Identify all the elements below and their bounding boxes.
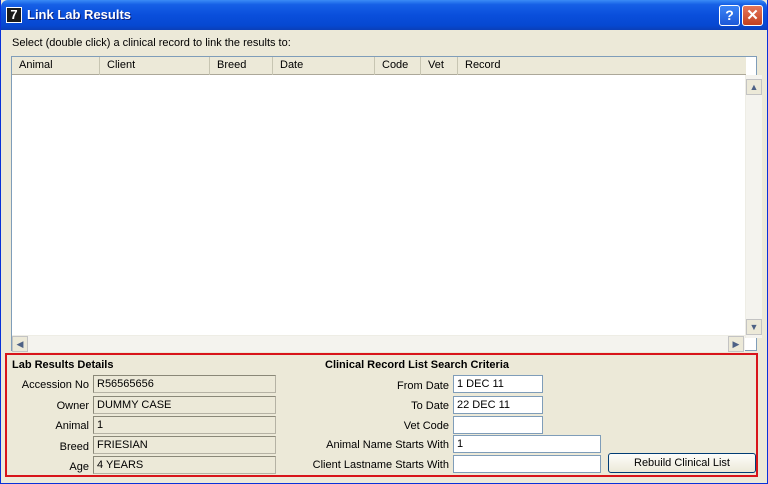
animal-field: 1: [93, 416, 276, 434]
column-header-breed[interactable]: Breed: [210, 57, 273, 75]
column-header-animal[interactable]: Animal: [12, 57, 100, 75]
scroll-down-icon[interactable]: ▼: [746, 319, 762, 335]
age-label: Age: [69, 461, 89, 473]
scroll-right-icon[interactable]: ▶: [728, 336, 744, 352]
breed-label: Breed: [59, 441, 89, 453]
column-header-code[interactable]: Code: [375, 57, 421, 75]
clinical-record-list[interactable]: Animal Client Breed Date Code Vet Record…: [11, 56, 762, 352]
client-lastname-field[interactable]: [453, 455, 601, 473]
column-header-client[interactable]: Client: [100, 57, 210, 75]
title-bar[interactable]: 7 Link Lab Results ? ✕: [1, 0, 767, 30]
rebuild-clinical-list-button[interactable]: Rebuild Clinical List: [608, 453, 756, 473]
column-header-date[interactable]: Date: [273, 57, 375, 75]
app-icon: 7: [6, 7, 22, 23]
vertical-scrollbar[interactable]: ▲ ▼: [745, 75, 762, 338]
link-lab-results-window: 7 Link Lab Results ? ✕ Select (double cl…: [0, 0, 768, 484]
from-date-label: From Date: [397, 380, 449, 392]
window-title: Link Lab Results: [27, 7, 132, 22]
close-button[interactable]: ✕: [742, 5, 763, 26]
client-lastname-label: Client Lastname Starts With: [312, 459, 449, 471]
vet-code-label: Vet Code: [403, 420, 449, 432]
scroll-up-icon[interactable]: ▲: [746, 79, 762, 95]
search-criteria-heading: Clinical Record List Search Criteria: [325, 359, 510, 371]
animal-label: Animal: [55, 420, 89, 432]
vet-code-field[interactable]: [453, 416, 543, 434]
horizontal-scrollbar[interactable]: ◀ ▶: [12, 335, 745, 352]
help-button[interactable]: ?: [719, 5, 740, 26]
owner-label: Owner: [56, 400, 89, 412]
accession-no-field: R56565656: [93, 375, 276, 393]
instruction-text: Select (double click) a clinical record …: [12, 37, 291, 49]
animal-name-label: Animal Name Starts With: [326, 439, 449, 451]
from-date-field[interactable]: 1 DEC 11: [453, 375, 543, 393]
to-date-label: To Date: [411, 400, 449, 412]
scroll-left-icon[interactable]: ◀: [12, 336, 28, 352]
accession-no-label: Accession No: [21, 379, 89, 391]
list-header: Animal Client Breed Date Code Vet Record: [12, 57, 746, 75]
breed-field: FRIESIAN: [93, 436, 276, 454]
to-date-field[interactable]: 22 DEC 11: [453, 396, 543, 414]
animal-name-field[interactable]: 1: [453, 435, 601, 453]
owner-field: DUMMY CASE: [93, 396, 276, 414]
column-header-record[interactable]: Record: [458, 57, 746, 75]
column-header-vet[interactable]: Vet: [421, 57, 458, 75]
lab-results-details-heading: Lab Results Details: [12, 359, 114, 371]
age-field: 4 YEARS: [93, 456, 276, 474]
lab-results-panel: Lab Results Details Clinical Record List…: [5, 353, 758, 477]
